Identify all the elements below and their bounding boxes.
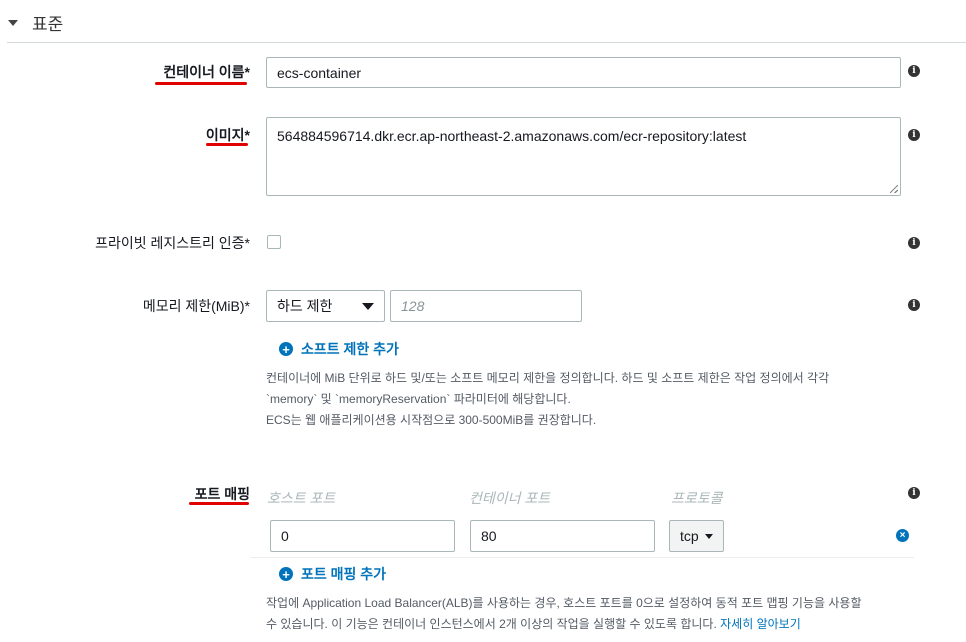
dropdown-arrow-icon bbox=[362, 302, 374, 310]
info-icon[interactable]: i bbox=[908, 129, 920, 141]
section-title: 표준 bbox=[32, 14, 64, 34]
container-port-input[interactable]: 80 bbox=[470, 520, 655, 552]
host-port-input[interactable]: 0 bbox=[270, 520, 455, 552]
host-port-column-header: 호스트 포트 bbox=[267, 490, 336, 506]
add-port-mapping-link[interactable]: + 포트 매핑 추가 bbox=[279, 564, 386, 584]
private-registry-checkbox[interactable] bbox=[267, 235, 281, 249]
info-icon[interactable]: i bbox=[908, 237, 920, 249]
divider bbox=[7, 42, 966, 43]
row-divider bbox=[251, 557, 914, 558]
image-label: 이미지* bbox=[205, 127, 250, 143]
annotation-underline bbox=[189, 502, 249, 505]
add-soft-limit-link[interactable]: + 소프트 제한 추가 bbox=[279, 339, 399, 359]
protocol-select[interactable]: tcp bbox=[669, 520, 724, 552]
image-textarea[interactable]: 564884596714.dkr.ecr.ap-northeast-2.amaz… bbox=[266, 117, 901, 196]
memory-limit-type-select[interactable]: 하드 제한 bbox=[266, 290, 385, 322]
annotation-underline bbox=[155, 82, 247, 85]
memory-limit-input[interactable]: 128 bbox=[390, 290, 582, 322]
dropdown-arrow-icon bbox=[704, 533, 713, 539]
learn-more-link[interactable]: 자세히 알아보기 bbox=[720, 617, 801, 631]
info-icon[interactable]: i bbox=[908, 65, 920, 77]
section-header[interactable]: 표준 bbox=[8, 8, 63, 36]
plus-circle-icon: + bbox=[279, 342, 293, 356]
info-icon[interactable]: i bbox=[908, 487, 920, 499]
remove-circle-icon[interactable]: × bbox=[896, 529, 909, 542]
container-name-label: 컨테이너 이름* bbox=[163, 64, 250, 80]
memory-limit-label: 메모리 제한(MiB)* bbox=[142, 298, 250, 314]
resize-handle-icon[interactable] bbox=[890, 185, 898, 193]
container-name-input[interactable]: ecs-container bbox=[266, 57, 901, 88]
plus-circle-icon: + bbox=[279, 567, 293, 581]
protocol-column-header: 프로토콜 bbox=[671, 490, 723, 506]
container-port-column-header: 컨테이너 포트 bbox=[469, 490, 551, 506]
info-icon[interactable]: i bbox=[908, 299, 920, 311]
port-mapping-help-text: 작업에 Application Load Balancer(ALB)를 사용하는… bbox=[266, 596, 862, 631]
caret-down-icon[interactable] bbox=[8, 20, 18, 26]
annotation-underline bbox=[206, 143, 248, 146]
port-mapping-label: 포트 매핑 bbox=[194, 486, 250, 502]
memory-help-text: 컨테이너에 MiB 단위로 하드 및/또는 소프트 메모리 제한을 정의합니다.… bbox=[266, 371, 830, 427]
private-registry-label: 프라이빗 레지스트리 인증* bbox=[95, 235, 250, 251]
